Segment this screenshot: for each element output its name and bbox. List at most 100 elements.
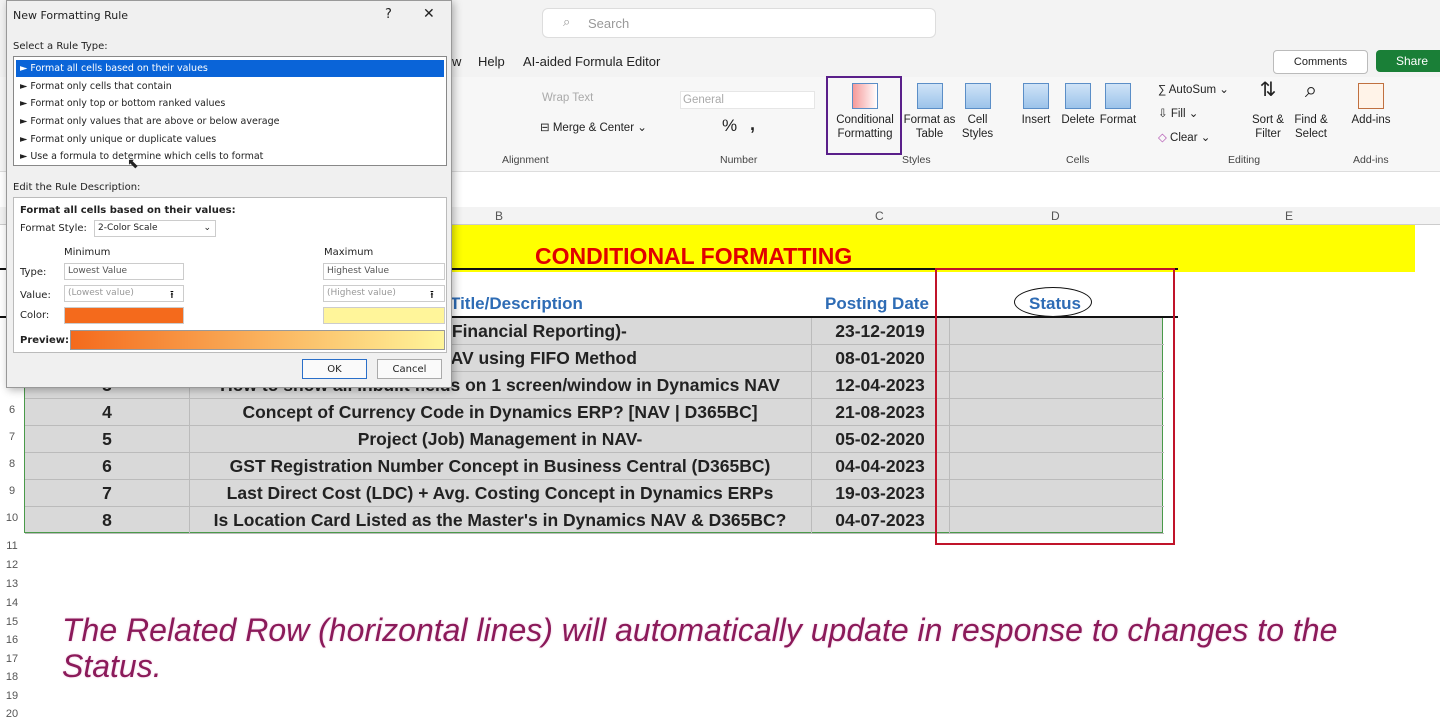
cell-title[interactable]: Project (Job) Management in NAV- — [189, 429, 811, 450]
column-header-c[interactable]: C — [875, 209, 884, 223]
format-icon — [1105, 83, 1131, 109]
max-color-picker[interactable] — [323, 307, 445, 324]
row-header[interactable]: 9 — [0, 485, 24, 497]
row-header[interactable]: 17 — [0, 653, 24, 665]
clear-button[interactable]: ◇ Clear ⌄ — [1158, 131, 1210, 145]
cell-border — [189, 426, 190, 453]
merge-icon: ⊟ — [540, 122, 553, 134]
number-format-select[interactable]: General — [680, 91, 815, 109]
group-cells: Cells — [1066, 154, 1090, 166]
cell-date[interactable]: 21-08-2023 — [811, 402, 949, 423]
row-header[interactable]: 11 — [0, 540, 24, 552]
tab-ai-formula-editor[interactable]: AI-aided Formula Editor — [523, 54, 660, 69]
row-header[interactable]: 12 — [0, 559, 24, 571]
min-color-picker[interactable] — [64, 307, 184, 324]
close-button[interactable]: ✕ — [423, 6, 435, 22]
share-button[interactable]: Share — [1376, 50, 1440, 72]
row-header[interactable]: 18 — [0, 671, 24, 683]
row-header[interactable]: 8 — [0, 458, 24, 470]
find-select-button[interactable]: ⌕ Find & Select — [1290, 77, 1332, 141]
cell-date[interactable]: 04-07-2023 — [811, 510, 949, 531]
row-header[interactable]: 13 — [0, 578, 24, 590]
column-header-e[interactable]: E — [1285, 209, 1293, 223]
maximum-label: Maximum — [324, 247, 374, 258]
cell-no[interactable]: 6 — [25, 456, 189, 477]
cell-date[interactable]: 05-02-2020 — [811, 429, 949, 450]
comma-button[interactable]: , — [750, 115, 755, 133]
tab-view[interactable]: w — [452, 54, 461, 69]
cell-date[interactable]: 08-01-2020 — [811, 348, 949, 369]
header-posting-date: Posting Date — [825, 294, 929, 313]
ok-button[interactable]: OK — [302, 359, 367, 379]
minimum-label: Minimum — [64, 247, 111, 258]
cell-title[interactable]: GST Registration Number Concept in Busin… — [189, 456, 811, 477]
format-style-select[interactable]: 2-Color Scale ⌄ — [94, 220, 216, 237]
help-button[interactable]: ? — [385, 7, 392, 22]
cell-no[interactable]: 8 — [25, 510, 189, 531]
row-header[interactable]: 16 — [0, 634, 24, 646]
wrap-text-button[interactable]: Wrap Text — [542, 91, 593, 105]
row-header[interactable]: 6 — [0, 404, 24, 416]
rule-type-item[interactable]: ► Format only values that are above or b… — [16, 113, 444, 130]
max-type-select[interactable]: Highest Value — [323, 263, 445, 280]
cell-border — [811, 480, 812, 507]
sort-filter-button[interactable]: ⇅ Sort & Filter — [1248, 80, 1288, 141]
cancel-button[interactable]: Cancel — [377, 359, 442, 379]
insert-button[interactable]: Insert — [1016, 83, 1056, 127]
column-header-d[interactable]: D — [1051, 209, 1060, 223]
format-as-table-button[interactable]: Format as Table — [902, 83, 957, 141]
rule-type-list[interactable]: ► Format all cells based on their values… — [13, 56, 447, 166]
search-input[interactable]: ⌕ Search — [542, 8, 936, 38]
search-icon: ⌕ — [563, 14, 571, 29]
add-ins-button[interactable]: Add-ins — [1350, 83, 1392, 127]
row-header[interactable]: 7 — [0, 431, 24, 443]
row-header[interactable]: 19 — [0, 690, 24, 702]
min-value-input[interactable]: (Lowest value) — [64, 285, 184, 302]
percent-button[interactable]: % — [722, 117, 737, 134]
delete-button[interactable]: Delete — [1058, 83, 1098, 127]
comments-button[interactable]: Comments — [1273, 50, 1368, 74]
merge-center-button[interactable]: ⊟ Merge & Center ⌄ — [540, 121, 647, 135]
cell-no[interactable]: 4 — [25, 402, 189, 423]
rule-type-item[interactable]: ► Format all cells based on their values — [16, 60, 444, 77]
group-number: Number — [720, 154, 758, 166]
row-header[interactable]: 15 — [0, 616, 24, 628]
highlight-annotation — [826, 76, 902, 155]
type-label: Type: — [20, 267, 47, 278]
rule-type-item[interactable]: ► Use a formula to determine which cells… — [16, 148, 444, 165]
cell-date[interactable]: 12-04-2023 — [811, 375, 949, 396]
cell-no[interactable]: 7 — [25, 483, 189, 504]
row-header[interactable]: 10 — [0, 512, 24, 524]
max-value-input[interactable]: (Highest value) — [323, 285, 445, 302]
cell-border — [189, 507, 190, 534]
rule-type-item[interactable]: ► Format only unique or duplicate values — [16, 131, 444, 148]
sheet-title: CONDITIONAL FORMATTING — [535, 243, 853, 269]
header-title: Title/Description — [450, 294, 583, 313]
rule-type-item[interactable]: ► Format only cells that contain — [16, 78, 444, 95]
cell-styles-button[interactable]: Cell Styles — [955, 83, 1000, 141]
chevron-down-icon: ⌄ — [203, 223, 211, 233]
range-select-icon[interactable]: ⭱ — [430, 286, 434, 305]
cell-no[interactable]: 5 — [25, 429, 189, 450]
min-type-select[interactable]: Lowest Value — [64, 263, 184, 280]
autosum-button[interactable]: ∑ AutoSum ⌄ — [1158, 83, 1229, 97]
tab-help[interactable]: Help — [478, 54, 505, 69]
range-select-icon[interactable]: ⭱ — [170, 286, 174, 305]
cell-date[interactable]: 04-04-2023 — [811, 456, 949, 477]
color-scale-preview — [70, 330, 445, 350]
cell-title[interactable]: Is Location Card Listed as the Master's … — [189, 510, 811, 531]
cell-title[interactable]: Last Direct Cost (LDC) + Avg. Costing Co… — [189, 483, 811, 504]
cell-date[interactable]: 23-12-2019 — [811, 321, 949, 342]
cell-title[interactable]: Concept of Currency Code in Dynamics ERP… — [189, 402, 811, 423]
cell-border — [189, 453, 190, 480]
cell-date[interactable]: 19-03-2023 — [811, 483, 949, 504]
row-header[interactable]: 20 — [0, 708, 24, 720]
column-header-b[interactable]: B — [495, 209, 503, 223]
row-header[interactable]: 14 — [0, 597, 24, 609]
preview-label: Preview: — [20, 335, 70, 346]
magnifier-icon: ⌕ — [1304, 77, 1318, 102]
format-button[interactable]: Format — [1098, 83, 1138, 127]
fill-button[interactable]: ⇩ Fill ⌄ — [1158, 107, 1198, 121]
rule-type-item[interactable]: ► Format only top or bottom ranked value… — [16, 95, 444, 112]
edit-rule-description-label: Edit the Rule Description: — [13, 182, 141, 193]
